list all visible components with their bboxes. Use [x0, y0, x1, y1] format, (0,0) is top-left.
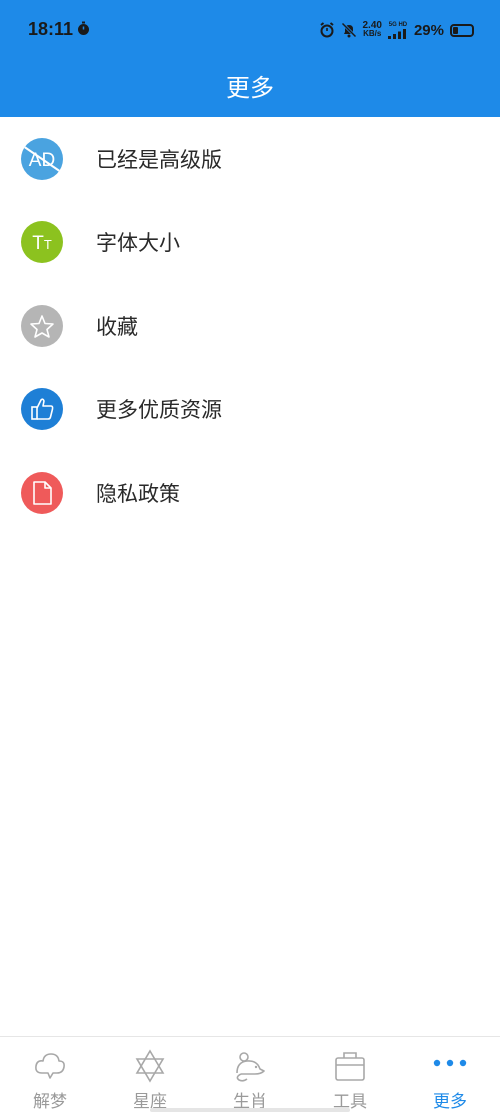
signal-bars-icon — [387, 28, 406, 39]
hexagram-icon — [133, 1049, 167, 1083]
status-bar: 18:11 2.40 KB/s 5G HD 29% — [0, 0, 500, 60]
network-type: 5G HD — [388, 21, 408, 28]
tab-label: 更多 — [433, 1092, 467, 1112]
no-ads-icon: AD — [21, 137, 63, 180]
menu-item-font-size[interactable]: TT 字体大小 — [0, 201, 500, 285]
menu-item-premium[interactable]: AD 已经是高级版 — [0, 117, 500, 201]
battery-level — [453, 26, 459, 34]
menu-item-label: 收藏 — [96, 314, 138, 339]
menu-item-privacy-policy[interactable]: 隐私政策 — [0, 451, 500, 535]
tab-more[interactable]: 更多 — [400, 1037, 500, 1115]
page-title: 更多 — [226, 74, 274, 102]
timer-icon — [76, 21, 91, 36]
font-size-icon: TT — [21, 221, 63, 264]
alarm-icon — [319, 22, 335, 38]
battery-percent: 29% — [413, 21, 444, 39]
tab-tools[interactable]: 工具 — [300, 1037, 400, 1115]
tab-zodiac[interactable]: 生肖 — [200, 1037, 300, 1115]
more-dots-icon — [433, 1049, 467, 1083]
tab-constellation[interactable]: 星座 — [100, 1037, 200, 1115]
status-icons: 2.40 KB/s 5G HD 29% — [319, 17, 474, 43]
toolbox-icon — [333, 1049, 367, 1083]
bottom-tab-bar: 解梦 星座 生肖 工具 更多 — [0, 1036, 500, 1115]
net-speed: 2.40 KB/s — [362, 20, 382, 38]
menu-item-favorites[interactable]: 收藏 — [0, 284, 500, 368]
menu-item-label: 字体大小 — [96, 231, 180, 256]
thumbs-up-icon — [21, 388, 63, 431]
signal-indicator: 5G HD — [387, 21, 408, 39]
mute-bell-icon — [340, 22, 357, 38]
star-icon — [21, 304, 63, 347]
menu-item-label: 更多优质资源 — [96, 398, 222, 423]
tab-label: 解梦 — [33, 1092, 67, 1112]
battery-icon — [450, 23, 474, 37]
svg-text:TT: TT — [32, 233, 52, 254]
cloud-icon — [33, 1049, 67, 1083]
tab-dream[interactable]: 解梦 — [0, 1037, 100, 1115]
status-time: 18:11 — [28, 19, 74, 39]
menu-list: AD 已经是高级版 TT 字体大小 收藏 更多优质资源 隐私政策 — [0, 117, 500, 535]
home-indicator[interactable] — [150, 1108, 350, 1112]
document-icon — [21, 471, 63, 514]
mouse-icon — [233, 1049, 267, 1083]
menu-item-label: 已经是高级版 — [96, 147, 222, 172]
menu-item-more-resources[interactable]: 更多优质资源 — [0, 368, 500, 452]
header: 18:11 2.40 KB/s 5G HD 29% 更多 — [0, 0, 500, 117]
menu-item-label: 隐私政策 — [96, 481, 180, 506]
